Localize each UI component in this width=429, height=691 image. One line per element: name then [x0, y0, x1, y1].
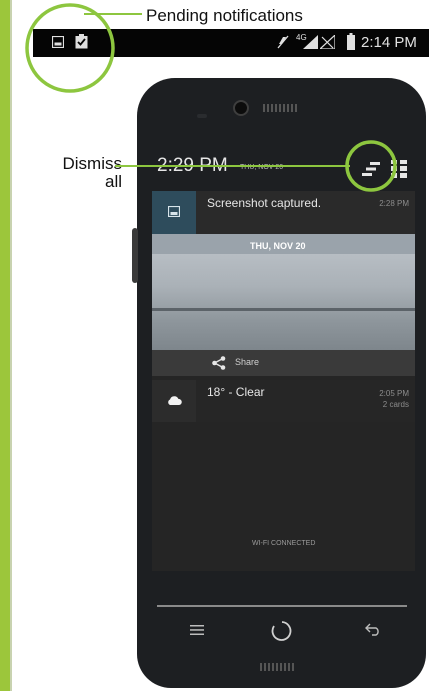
notification-weather[interactable]: 18° - Clear 2:05 PM 2 cards [152, 380, 415, 422]
home-icon[interactable] [271, 620, 293, 642]
preview-horizon [152, 308, 415, 311]
share-action[interactable]: Share [152, 350, 415, 376]
share-icon [212, 356, 226, 370]
wifi-status: WI-FI CONNECTED [252, 540, 316, 547]
notification-time: 2:05 PM [379, 389, 409, 398]
back-icon[interactable] [365, 623, 381, 636]
menu-icon[interactable] [190, 625, 204, 635]
shade-handle[interactable] [157, 605, 407, 607]
cloud-icon [168, 396, 182, 405]
notification-subtext: 2 cards [382, 400, 409, 409]
phone-bottom-grille [260, 663, 294, 671]
notification-icon-box [152, 380, 196, 422]
notification-title: 18° - Clear [207, 385, 265, 399]
dismiss-callout-graphic [115, 140, 397, 192]
share-label: Share [235, 357, 260, 367]
